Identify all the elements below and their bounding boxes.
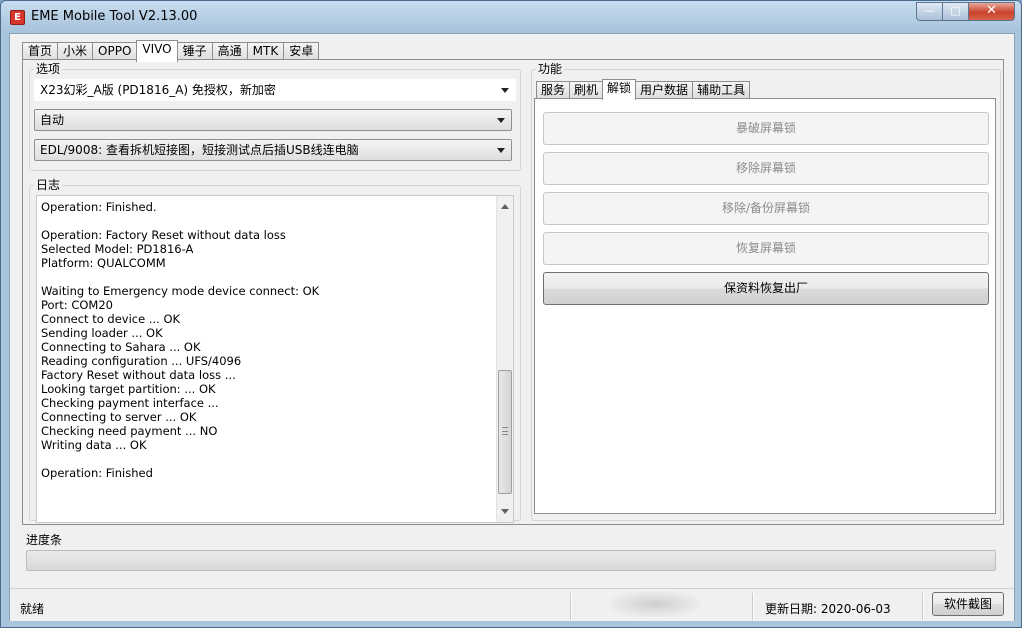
log-content: Operation: Finished. Operation: Factory … xyxy=(41,200,320,480)
function-group: 功能 服务 刷机 解锁 用户数据 辅助工具 暴破屏幕锁 移除屏幕锁 移除/备份屏… xyxy=(531,63,1001,521)
chevron-down-icon xyxy=(497,148,505,153)
brute-force-screen-lock-button[interactable]: 暴破屏幕锁 xyxy=(543,112,989,145)
tab-flash[interactable]: 刷机 xyxy=(569,81,604,99)
port-select[interactable]: EDL/9008: 查看拆机短接图，短接测试点后插USB线连电脑 xyxy=(34,139,512,161)
remove-backup-screen-lock-button[interactable]: 移除/备份屏幕锁 xyxy=(543,192,989,225)
model-select-value: X23幻彩_A版 (PD1816_A) 免授权，新加密 xyxy=(40,83,276,97)
maximize-button[interactable]: □ xyxy=(943,2,969,21)
scroll-up-icon[interactable] xyxy=(501,204,509,209)
close-button[interactable]: ✕ xyxy=(969,2,1015,21)
options-legend: 选项 xyxy=(36,62,61,76)
log-legend: 日志 xyxy=(36,178,61,192)
client-area: 首页 小米 OPPO VIVO 锤子 高通 MTK 安卓 选项 X23幻彩_A版… xyxy=(9,33,1015,621)
unlock-tab-panel: 暴破屏幕锁 移除屏幕锁 移除/备份屏幕锁 恢复屏幕锁 保资料恢复出厂 xyxy=(534,98,996,514)
port-select-value: EDL/9008: 查看拆机短接图，短接测试点后插USB线连电脑 xyxy=(40,143,359,157)
log-textarea[interactable]: Operation: Finished. Operation: Factory … xyxy=(36,195,514,523)
minimize-icon: — xyxy=(924,4,935,17)
tab-service[interactable]: 服务 xyxy=(536,81,571,99)
tab-vivo[interactable]: VIVO xyxy=(136,40,178,62)
tab-unlock[interactable]: 解锁 xyxy=(602,79,637,100)
close-icon: ✕ xyxy=(986,3,997,18)
app-window: E EME Mobile Tool V2.13.00 — □ ✕ 首页 小米 O… xyxy=(0,0,1022,628)
model-select[interactable]: X23幻彩_A版 (PD1816_A) 免授权，新加密 xyxy=(34,79,516,101)
status-divider xyxy=(922,593,924,620)
maximize-icon: □ xyxy=(950,4,961,17)
function-legend: 功能 xyxy=(538,62,563,76)
function-tab-strip: 服务 刷机 解锁 用户数据 辅助工具 xyxy=(536,79,751,100)
mode-select-value: 自动 xyxy=(40,113,65,127)
window-title: EME Mobile Tool V2.13.00 xyxy=(31,9,198,24)
brand-tab-strip: 首页 小米 OPPO VIVO 锤子 高通 MTK 安卓 xyxy=(22,40,320,62)
screenshot-button[interactable]: 软件截图 xyxy=(932,592,1004,616)
progress-label: 进度条 xyxy=(26,533,63,547)
app-logo-icon: E xyxy=(10,10,25,25)
mode-select[interactable]: 自动 xyxy=(34,109,512,131)
scroll-thumb[interactable] xyxy=(498,370,512,494)
blurred-region xyxy=(610,591,700,617)
restore-screen-lock-button[interactable]: 恢复屏幕锁 xyxy=(543,232,989,265)
status-bar: 就绪 更新日期: 2020-06-03 软件截图 xyxy=(10,588,1014,621)
title-bar[interactable]: E EME Mobile Tool V2.13.00 — □ ✕ xyxy=(1,1,1021,33)
minimize-button[interactable]: — xyxy=(916,2,943,21)
options-group: 选项 X23幻彩_A版 (PD1816_A) 免授权，新加密 自动 EDL/90… xyxy=(29,63,521,171)
window-controls: — □ ✕ xyxy=(916,2,1015,22)
remove-screen-lock-button[interactable]: 移除屏幕锁 xyxy=(543,152,989,185)
grip-icon xyxy=(502,427,508,435)
log-scrollbar[interactable] xyxy=(496,196,513,522)
log-group: 日志 Operation: Finished. Operation: Facto… xyxy=(29,178,521,523)
scroll-down-icon[interactable] xyxy=(501,509,509,514)
status-divider xyxy=(752,593,754,620)
vivo-tab-panel: 选项 X23幻彩_A版 (PD1816_A) 免授权，新加密 自动 EDL/90… xyxy=(22,59,1004,525)
chevron-down-icon xyxy=(497,118,505,123)
factory-reset-keep-data-button[interactable]: 保资料恢复出厂 xyxy=(543,272,989,305)
tab-user-data[interactable]: 用户数据 xyxy=(635,81,694,99)
update-date: 更新日期: 2020-06-03 xyxy=(765,602,891,616)
status-divider xyxy=(570,593,572,620)
chevron-down-icon xyxy=(501,88,509,93)
tab-aux-tools[interactable]: 辅助工具 xyxy=(692,81,751,99)
progress-bar xyxy=(26,550,996,571)
status-text: 就绪 xyxy=(20,602,45,616)
